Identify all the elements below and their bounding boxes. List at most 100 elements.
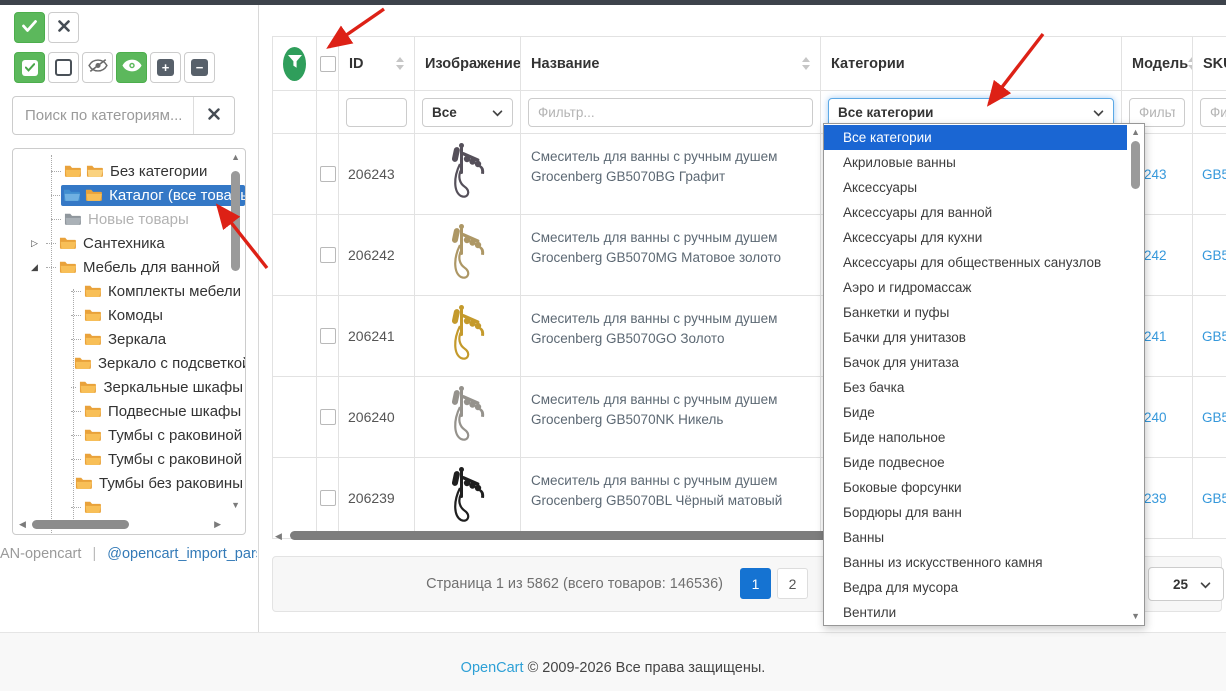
tree-item[interactable]: Новые товары — [13, 207, 245, 231]
hide-button[interactable] — [82, 52, 113, 83]
scroll-left-icon[interactable]: ◀ — [275, 532, 282, 541]
tree-item[interactable]: Тумбы без раковины — [13, 471, 245, 495]
tree-item[interactable]: Зеркальные шкафы — [13, 375, 245, 399]
scroll-down-icon[interactable]: ▼ — [1131, 612, 1140, 621]
show-button[interactable] — [116, 52, 147, 83]
confirm-button[interactable] — [14, 12, 45, 43]
category-option[interactable]: Акриловые ванны — [824, 150, 1127, 175]
column-header-image[interactable]: Изображение — [415, 37, 521, 91]
category-option[interactable]: Биде — [824, 400, 1127, 425]
category-option[interactable]: Аксессуары для кухни — [824, 225, 1127, 250]
category-option[interactable]: Аксессуары — [824, 175, 1127, 200]
row-checkbox[interactable] — [320, 166, 336, 182]
tree-item[interactable]: Тумбы с раковиной — [13, 423, 245, 447]
category-option[interactable]: Боковые форсунки — [824, 475, 1127, 500]
tree-vertical-scrollbar[interactable] — [231, 171, 240, 271]
category-option[interactable]: Банкетки и пуфы — [824, 300, 1127, 325]
product-sku-link[interactable]: GB50 — [1202, 248, 1226, 263]
name-filter-input[interactable] — [528, 98, 813, 127]
scroll-right-icon[interactable]: ▶ — [214, 520, 221, 529]
row-checkbox-cell — [317, 377, 339, 458]
tree-item[interactable]: ◢Мебель для ванной — [13, 255, 245, 279]
column-label: Категории — [831, 56, 905, 72]
tree-item[interactable]: Комплекты мебели — [13, 279, 245, 303]
product-sku-cell: GB50 — [1193, 215, 1226, 296]
page-footer: OpenCart © 2009-2026 Все права защищены. — [0, 632, 1226, 691]
uncheck-all-button[interactable] — [48, 52, 79, 83]
tree-item[interactable]: Зеркало с подсветкой — [13, 351, 245, 375]
column-header-name[interactable]: Название — [521, 37, 821, 91]
tree-item[interactable]: Комоды — [13, 303, 245, 327]
id-filter-input[interactable] — [346, 98, 407, 127]
scroll-up-icon[interactable]: ▲ — [1131, 128, 1140, 137]
collapsed-arrow-icon[interactable]: ▷ — [31, 238, 44, 249]
category-option[interactable]: Ванны — [824, 525, 1127, 550]
category-search-input[interactable] — [13, 97, 193, 134]
dropdown-scrollbar[interactable]: ▲ ▼ — [1127, 125, 1143, 624]
product-model-link[interactable]: 239 — [1144, 491, 1167, 506]
expand-all-button[interactable]: + — [150, 52, 181, 83]
product-model-link[interactable]: 242 — [1144, 248, 1167, 263]
product-model-link[interactable]: 243 — [1144, 167, 1167, 182]
select-all-checkbox[interactable] — [320, 56, 336, 72]
row-checkbox[interactable] — [320, 328, 336, 344]
collapse-all-button[interactable]: − — [184, 52, 215, 83]
tree-item[interactable]: Тумбы с раковиной — [13, 447, 245, 471]
tree-item-content — [82, 498, 110, 516]
category-option[interactable]: Бачки для унитазов — [824, 325, 1127, 350]
category-option[interactable]: Бачок для унитаза — [824, 350, 1127, 375]
category-option[interactable]: Все категории — [824, 125, 1127, 150]
credits-link[interactable]: @opencart_import_parsing — [107, 546, 257, 562]
page-button[interactable]: 2 — [777, 568, 808, 599]
product-model-link[interactable]: 240 — [1144, 410, 1167, 425]
column-header-sku[interactable]: SKU — [1193, 37, 1226, 91]
product-sku-link[interactable]: GB50 — [1202, 329, 1226, 344]
row-checkbox[interactable] — [320, 409, 336, 425]
tree-item-content: Без категории — [62, 161, 209, 182]
product-sku-link[interactable]: GB50 — [1202, 167, 1226, 182]
category-option[interactable]: Биде подвесное — [824, 450, 1127, 475]
product-sku-link[interactable]: GB50 — [1202, 410, 1226, 425]
tree-horizontal-scrollbar[interactable] — [32, 520, 129, 529]
product-image — [441, 142, 495, 206]
tree-item[interactable]: Без категории — [13, 159, 245, 183]
product-sku-link[interactable]: GB50 — [1202, 491, 1226, 506]
column-header-id[interactable]: ID — [339, 37, 415, 91]
column-header-categories[interactable]: Категории — [821, 37, 1122, 91]
tree-item[interactable]: Подвесные шкафы — [13, 399, 245, 423]
row-filter-cell — [273, 458, 317, 539]
page-size-select[interactable]: 25 — [1148, 567, 1224, 601]
credits-note: AN-opencart | @opencart_import_parsing —… — [0, 546, 257, 562]
sku-filter-input[interactable] — [1200, 98, 1226, 127]
page-button[interactable]: 1 — [740, 568, 771, 599]
scrollbar-thumb[interactable] — [1131, 141, 1140, 189]
tree-item[interactable]: ▷Сантехника — [13, 231, 245, 255]
check-all-button[interactable] — [14, 52, 45, 83]
cancel-button[interactable] — [48, 12, 79, 43]
row-checkbox[interactable] — [320, 490, 336, 506]
apply-filter-button[interactable] — [283, 47, 306, 81]
category-option[interactable]: Бордюры для ванн — [824, 500, 1127, 525]
category-option[interactable]: Без бачка — [824, 375, 1127, 400]
expanded-arrow-icon[interactable]: ◢ — [31, 262, 44, 273]
clear-search-button[interactable] — [193, 97, 234, 134]
tree-item[interactable]: Зеркала — [13, 327, 245, 351]
image-filter-select[interactable]: Все — [422, 98, 513, 127]
scroll-up-icon[interactable]: ▲ — [231, 153, 240, 162]
folder-blue-icon — [63, 188, 80, 202]
scroll-down-icon[interactable]: ▼ — [231, 501, 240, 510]
opencart-link[interactable]: OpenCart — [461, 660, 524, 676]
category-option[interactable]: Аэро и гидромассаж — [824, 275, 1127, 300]
column-header-model[interactable]: Модель — [1122, 37, 1193, 91]
category-option[interactable]: Ведра для мусора — [824, 575, 1127, 600]
category-option[interactable]: Аксессуары для общественных санузлов — [824, 250, 1127, 275]
scroll-left-icon[interactable]: ◀ — [19, 520, 26, 529]
product-model-link[interactable]: 241 — [1144, 329, 1167, 344]
category-option[interactable]: Ванны из искусственного камня — [824, 550, 1127, 575]
tree-item[interactable]: Каталог (все товары) — [13, 183, 245, 207]
tree-item[interactable] — [13, 495, 245, 519]
category-option[interactable]: Аксессуары для ванной — [824, 200, 1127, 225]
category-option[interactable]: Вентили — [824, 600, 1127, 625]
category-option[interactable]: Биде напольное — [824, 425, 1127, 450]
row-checkbox[interactable] — [320, 247, 336, 263]
